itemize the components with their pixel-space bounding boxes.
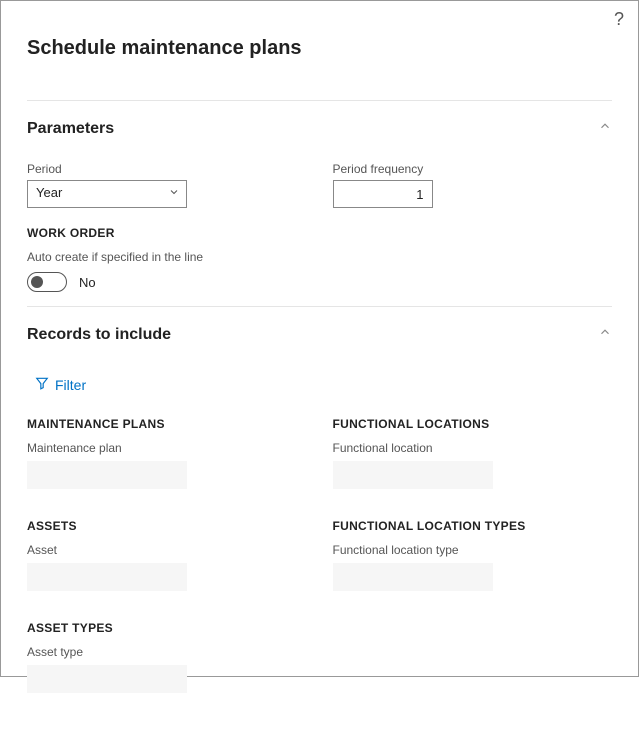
functional-location-types-group: FUNCTIONAL LOCATION TYPES Functional loc… [333, 519, 613, 591]
functional-location-type-field-label: Functional location type [333, 543, 613, 557]
chevron-up-icon [598, 119, 612, 138]
functional-locations-group: FUNCTIONAL LOCATIONS Functional location [333, 417, 613, 489]
records-section-header[interactable]: Records to include [27, 325, 612, 344]
parameters-body: Period Year WORK ORDER Auto create if sp… [27, 162, 612, 292]
asset-type-input[interactable] [27, 665, 187, 693]
records-body: Filter MAINTENANCE PLANS Maintenance pla… [27, 368, 612, 723]
functional-locations-header: FUNCTIONAL LOCATIONS [333, 417, 613, 431]
records-title: Records to include [27, 326, 171, 344]
chevron-down-icon [168, 185, 180, 203]
asset-input[interactable] [27, 563, 187, 591]
toggle-knob [31, 276, 43, 288]
period-label: Period [27, 162, 307, 176]
filter-button[interactable]: Filter [27, 372, 90, 397]
chevron-up-icon [598, 325, 612, 344]
functional-location-field-label: Functional location [333, 441, 613, 455]
maintenance-plan-field-label: Maintenance plan [27, 441, 307, 455]
records-section: Records to include Filter MAINTENANCE PL… [27, 306, 612, 737]
functional-location-input[interactable] [333, 461, 493, 489]
auto-create-toggle[interactable] [27, 272, 67, 292]
assets-header: ASSETS [27, 519, 307, 533]
maintenance-plans-header: MAINTENANCE PLANS [27, 417, 307, 431]
period-value: Year [28, 181, 186, 204]
auto-create-value: No [79, 275, 96, 290]
period-frequency-label: Period frequency [333, 162, 613, 176]
parameters-title: Parameters [27, 120, 114, 138]
period-select[interactable]: Year [27, 180, 187, 208]
maintenance-plan-input[interactable] [27, 461, 187, 489]
parameters-section-header[interactable]: Parameters [27, 119, 612, 138]
asset-type-field-label: Asset type [27, 645, 307, 659]
auto-create-label: Auto create if specified in the line [27, 250, 307, 264]
asset-types-header: ASSET TYPES [27, 621, 307, 635]
help-icon[interactable]: ? [614, 9, 624, 30]
parameters-section: Parameters Period Year [27, 100, 612, 306]
maintenance-plans-group: MAINTENANCE PLANS Maintenance plan [27, 417, 307, 489]
asset-types-group: ASSET TYPES Asset type [27, 621, 307, 693]
functional-location-types-header: FUNCTIONAL LOCATION TYPES [333, 519, 613, 533]
functional-location-type-input[interactable] [333, 563, 493, 591]
work-order-header: WORK ORDER [27, 226, 307, 240]
filter-label: Filter [55, 377, 86, 393]
asset-field-label: Asset [27, 543, 307, 557]
filter-icon [35, 376, 49, 393]
dialog-title: Schedule maintenance plans [27, 37, 612, 60]
assets-group: ASSETS Asset [27, 519, 307, 591]
dialog-content: Schedule maintenance plans Parameters Pe… [1, 1, 638, 755]
period-frequency-input[interactable] [333, 180, 433, 208]
